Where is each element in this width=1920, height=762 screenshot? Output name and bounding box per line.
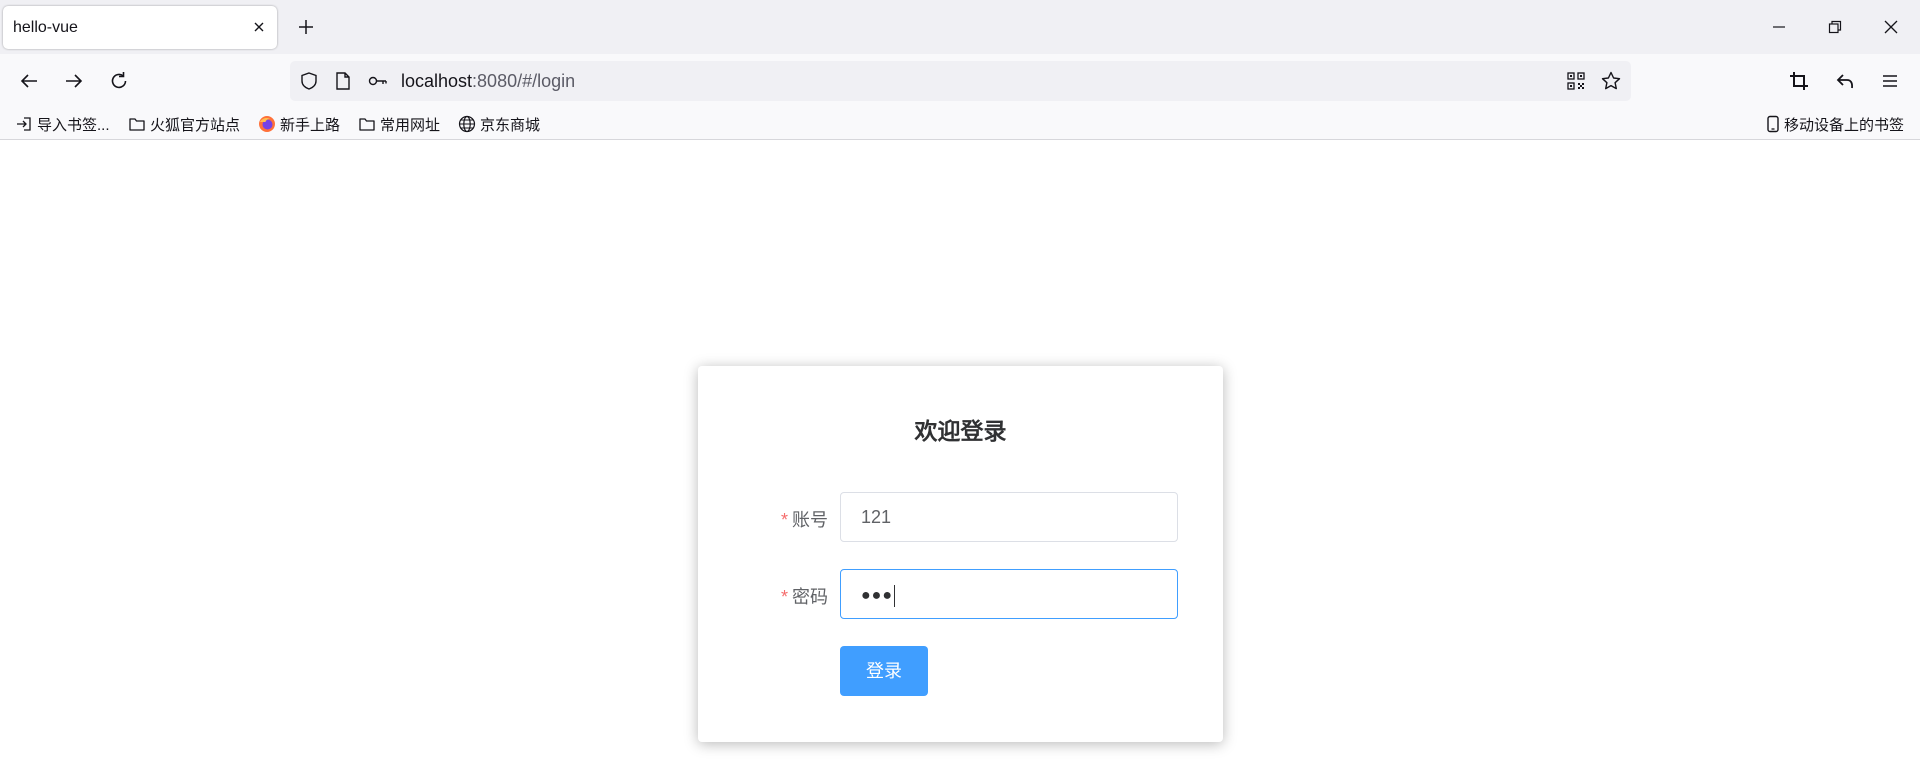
- screenshot-crop-icon[interactable]: [1788, 70, 1810, 92]
- undo-icon[interactable]: [1834, 70, 1856, 92]
- bookmark-label: 新手上路: [280, 116, 341, 134]
- mobile-bookmarks[interactable]: 移动设备上的书签: [1766, 114, 1904, 134]
- account-input[interactable]: 121: [840, 492, 1178, 542]
- account-value: 121: [861, 507, 892, 527]
- menu-icon[interactable]: [1879, 70, 1901, 92]
- browser-tab[interactable]: hello-vue: [3, 6, 277, 49]
- bookmark-label: 常用网址: [380, 116, 441, 134]
- qr-code-icon[interactable]: [1565, 70, 1587, 92]
- password-input[interactable]: ●●●: [840, 569, 1178, 619]
- mobile-bookmarks-label: 移动设备上的书签: [1784, 116, 1905, 134]
- back-icon[interactable]: [18, 70, 40, 92]
- bookmark-label: 火狐官方站点: [150, 116, 241, 134]
- password-label: * 密码: [698, 583, 828, 609]
- url-text[interactable]: localhost:8080/#/login: [401, 71, 575, 92]
- mobile-device-icon: [1767, 115, 1779, 133]
- tab-strip: hello-vue: [0, 0, 1920, 54]
- required-asterisk: *: [780, 587, 788, 607]
- new-tab-icon[interactable]: [296, 17, 316, 37]
- bookmark-star-icon[interactable]: [1600, 70, 1622, 92]
- globe-icon: [458, 115, 476, 133]
- login-title: 欢迎登录: [914, 418, 1007, 444]
- tab-title: hello-vue: [13, 19, 78, 36]
- import-icon: [17, 117, 31, 131]
- password-label-text: 密码: [792, 587, 828, 607]
- password-value: ●●●: [861, 585, 895, 607]
- account-label-text: 账号: [792, 510, 828, 530]
- forward-icon[interactable]: [63, 70, 85, 92]
- restore-icon[interactable]: [1826, 18, 1844, 36]
- bookmark-import[interactable]: 导入书签...: [15, 114, 110, 134]
- bookmark-label: 京东商城: [480, 116, 541, 134]
- reload-icon[interactable]: [108, 70, 130, 92]
- address-bar[interactable]: localhost:8080/#/login: [290, 61, 1631, 101]
- bookmarks-toolbar: 导入书签... 火狐官方站点 新手上路 常用网址 京东商城 移动设备上的书签: [0, 108, 1920, 140]
- url-path: :8080/#/login: [472, 71, 576, 91]
- url-host: localhost: [401, 71, 473, 91]
- key-icon[interactable]: [367, 70, 389, 92]
- login-button[interactable]: 登录: [840, 646, 928, 696]
- text-caret: [894, 585, 895, 607]
- bookmark-getting-started[interactable]: 新手上路: [258, 114, 340, 134]
- page-icon[interactable]: [332, 70, 354, 92]
- account-label: * 账号: [698, 506, 828, 532]
- minimize-icon[interactable]: [1770, 18, 1788, 36]
- folder-icon: [129, 118, 145, 131]
- bookmark-jd[interactable]: 京东商城: [458, 114, 540, 134]
- folder-icon: [359, 118, 375, 131]
- bookmark-common-sites[interactable]: 常用网址: [358, 114, 440, 134]
- navigation-toolbar: localhost:8080/#/login: [0, 54, 1920, 108]
- bookmark-firefox-site[interactable]: 火狐官方站点: [128, 114, 240, 134]
- bookmark-label: 导入书签...: [37, 116, 110, 134]
- close-tab-icon[interactable]: [251, 19, 267, 35]
- close-window-icon[interactable]: [1882, 18, 1900, 36]
- firefox-icon: [259, 116, 275, 132]
- login-card: 欢迎登录 * 账号 121 * 密码 ●●● 登录: [698, 366, 1223, 742]
- tracking-shield-icon[interactable]: [298, 70, 320, 92]
- required-asterisk: *: [780, 510, 788, 530]
